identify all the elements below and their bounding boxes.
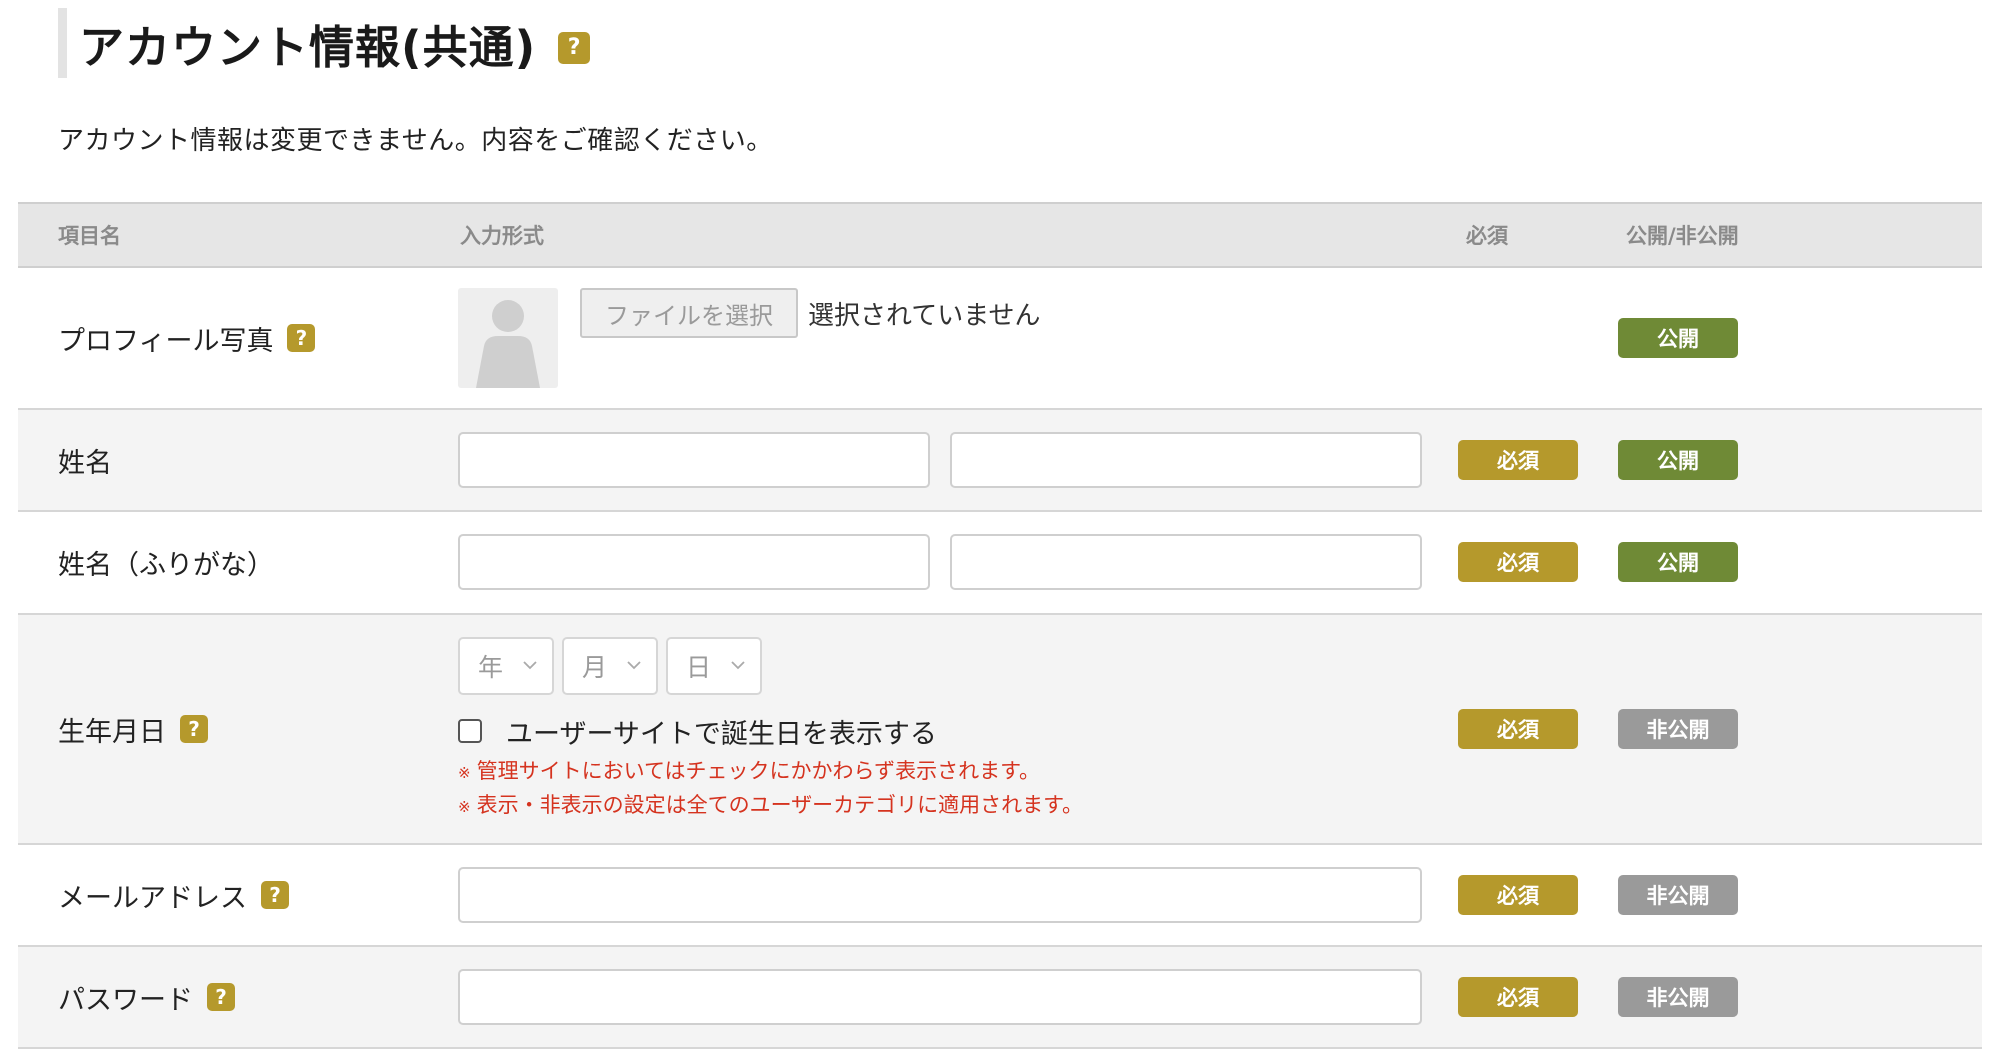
page-title: アカウント情報(共通)	[79, 20, 537, 74]
note-mark: ※	[458, 798, 471, 816]
chevron-down-icon	[731, 661, 745, 670]
first-name-input[interactable]	[950, 432, 1422, 488]
label-birthday: 生年月日	[58, 716, 166, 748]
show-birthday-option: ユーザーサイトで誕生日を表示する	[458, 713, 937, 750]
year-select-value: 年	[478, 653, 504, 682]
header-required: 必須	[1466, 224, 1508, 248]
last-name-kana-input[interactable]	[458, 534, 930, 590]
row-name-kana: 姓名（ふりがな） 必須 公開	[18, 512, 1982, 615]
help-icon[interactable]: ?	[207, 983, 235, 1011]
day-select[interactable]: 日	[666, 637, 762, 695]
header-input: 入力形式	[460, 224, 544, 248]
help-icon[interactable]: ?	[558, 32, 591, 64]
header-visibility: 公開/非公開	[1626, 224, 1739, 248]
row-label: 姓名	[58, 410, 112, 510]
row-label: メールアドレス ?	[58, 845, 289, 945]
page-title-block: アカウント情報(共通) ?	[58, 8, 591, 78]
row-profile-photo: プロフィール写真 ? ファイルを選択 選択されていません 公開	[18, 268, 1982, 410]
public-badge: 公開	[1618, 542, 1738, 582]
note-mark: ※	[458, 764, 471, 782]
day-select-value: 日	[686, 653, 712, 682]
required-badge: 必須	[1458, 709, 1578, 749]
note-admin-display: ※ 管理サイトにおいてはチェックにかかわらず表示されます。	[458, 755, 1040, 785]
row-email: メールアドレス ? 必須 非公開	[18, 845, 1982, 947]
file-status: 選択されていません	[808, 300, 1041, 331]
row-birthday: 生年月日 ? 年 月 日 ユーザーサイトで誕生日を表示する ※ 管理サイトにおいて…	[18, 615, 1982, 845]
help-icon[interactable]: ?	[261, 881, 289, 909]
label-password: パスワード	[58, 984, 193, 1016]
last-name-input[interactable]	[458, 432, 930, 488]
email-input[interactable]	[458, 867, 1422, 923]
help-icon[interactable]: ?	[180, 715, 208, 743]
account-info-page: アカウント情報(共通) ? アカウント情報は変更できません。内容をご確認ください…	[0, 0, 1992, 1064]
public-badge: 公開	[1618, 318, 1738, 358]
table-header: 項目名 入力形式 必須 公開/非公開	[18, 202, 1982, 268]
header-item: 項目名	[58, 224, 121, 248]
month-select[interactable]: 月	[562, 637, 658, 695]
row-name: 姓名 必須 公開	[18, 410, 1982, 512]
first-name-kana-input[interactable]	[950, 534, 1422, 590]
private-badge: 非公開	[1618, 977, 1738, 1017]
row-label: 姓名（ふりがな）	[58, 512, 274, 613]
show-birthday-label: ユーザーサイトで誕生日を表示する	[506, 718, 937, 750]
row-label: プロフィール写真 ?	[58, 268, 316, 408]
public-badge: 公開	[1618, 440, 1738, 480]
show-birthday-checkbox[interactable]	[458, 719, 482, 743]
note-text: 表示・非表示の設定は全てのユーザーカテゴリに適用されます。	[476, 793, 1084, 817]
private-badge: 非公開	[1618, 875, 1738, 915]
note-text: 管理サイトにおいてはチェックにかかわらず表示されます。	[476, 759, 1041, 783]
required-badge: 必須	[1458, 440, 1578, 480]
required-badge: 必須	[1458, 875, 1578, 915]
required-badge: 必須	[1458, 977, 1578, 1017]
row-password: パスワード ? 必須 非公開	[18, 947, 1982, 1049]
help-icon[interactable]: ?	[287, 324, 316, 352]
label-name-kana: 姓名（ふりがな）	[58, 550, 274, 581]
label-email: メールアドレス	[58, 882, 247, 914]
choose-file-button[interactable]: ファイルを選択	[580, 288, 798, 338]
required-badge: 必須	[1458, 542, 1578, 582]
note-category-scope: ※ 表示・非表示の設定は全てのユーザーカテゴリに適用されます。	[458, 789, 1083, 819]
year-select[interactable]: 年	[458, 637, 554, 695]
password-input[interactable]	[458, 969, 1422, 1025]
chevron-down-icon	[627, 661, 641, 670]
row-label: 生年月日 ?	[58, 615, 208, 843]
chevron-down-icon	[523, 661, 537, 670]
label-name: 姓名	[58, 447, 112, 479]
private-badge: 非公開	[1618, 709, 1738, 749]
label-profile-photo: プロフィール写真	[58, 325, 274, 357]
account-form-table: 項目名 入力形式 必須 公開/非公開 プロフィール写真 ? ファイルを選択 選択…	[18, 202, 1982, 1049]
month-select-value: 月	[582, 653, 608, 682]
row-label: パスワード ?	[58, 947, 235, 1047]
avatar-placeholder-icon	[458, 288, 558, 388]
intro-text: アカウント情報は変更できません。内容をご確認ください。	[58, 126, 773, 156]
